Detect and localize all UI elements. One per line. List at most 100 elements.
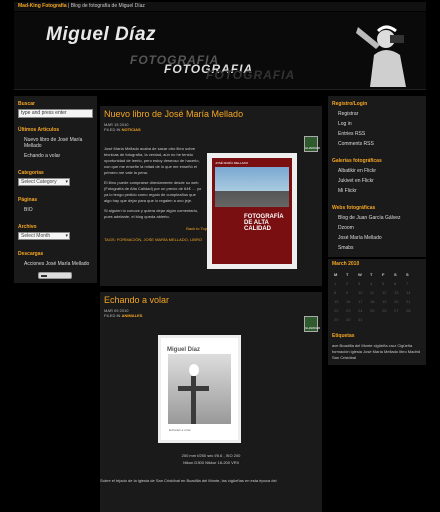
exif-info: 200 mm f/250 sec f/5.6 , ISO 200 Nikon D… — [100, 452, 322, 466]
search-input[interactable]: type and press enter — [18, 109, 93, 118]
calendar-month: March 2010 — [332, 261, 360, 267]
post-paragraph: José María Mellado acaba de sacar otro l… — [104, 146, 200, 175]
calendar-day[interactable]: 10 — [356, 288, 368, 297]
post-category-link[interactable]: ANIMALES — [122, 313, 143, 318]
tag-cloud[interactable]: ave Boadilla del Monte cigüeña cruz Cigü… — [332, 341, 422, 361]
calendar-day[interactable]: 24 — [356, 306, 368, 315]
archive-title: Archivo — [18, 224, 37, 230]
post-paragraph: El libro puede comprarse directamente de… — [104, 180, 202, 203]
gallery-link[interactable]: Mi Flickr — [332, 186, 422, 196]
comments-rss-link[interactable]: Comments RSS — [332, 139, 422, 149]
right-sidebar: Registro/Login Registrar Log in Entries … — [328, 96, 426, 365]
calendar-day[interactable]: 20 — [392, 297, 404, 306]
register-link[interactable]: Registrar — [332, 109, 422, 119]
pages-title: Páginas — [18, 197, 38, 203]
calendar-day[interactable]: 11 — [368, 288, 380, 297]
calendar-day[interactable]: 26 — [380, 306, 392, 315]
post-filed: FILED IN NOTICIAS — [104, 127, 318, 132]
site-tagline: Blog de fotografía de Miguel Díaz — [70, 3, 145, 9]
galleries-title: Galerías fotográficas — [332, 158, 382, 164]
post-excerpt: Sobre el tejado de la iglesia de San Cri… — [100, 478, 277, 483]
calendar-day[interactable]: 18 — [368, 297, 380, 306]
save-badge-icon[interactable]: GUARDAR — [304, 316, 320, 332]
calendar-day[interactable]: 3 — [356, 279, 368, 288]
calendar-day[interactable]: 9 — [344, 288, 356, 297]
save-badge-icon[interactable]: GUARDAR — [304, 136, 320, 152]
calendar-day[interactable]: 6 — [392, 279, 404, 288]
calendar-day[interactable]: 28 — [404, 306, 416, 315]
calendar-weekday: T — [370, 272, 373, 277]
calendar-day[interactable]: 5 — [380, 279, 392, 288]
stork-photo-frame: Miguel Díaz Echando a volar — [161, 338, 238, 440]
pages-widget: Páginas BIO — [14, 192, 97, 219]
post-category-link[interactable]: NOTICIAS — [122, 127, 141, 132]
gallery-link[interactable]: Jukivet en Flickr — [332, 176, 422, 186]
header-sub-echo: FOTOGRAFIA — [206, 68, 296, 82]
recent-link[interactable]: Echando a volar — [18, 151, 93, 161]
web-link[interactable]: Dzoom — [332, 223, 422, 233]
left-sidebar: Buscar type and press enter Últimos Artí… — [14, 96, 97, 283]
book-title: FOTOGRAFÍA DE ALTA CALIDAD — [244, 214, 284, 232]
photo-cross — [191, 376, 196, 424]
calendar-day[interactable]: 27 — [392, 306, 404, 315]
calendar-day[interactable]: 1 — [332, 279, 344, 288]
web-link[interactable]: José María Mellado — [332, 233, 422, 243]
web-link[interactable]: Blog de Juan García Gálvez — [332, 213, 422, 223]
calendar-day[interactable]: 15 — [332, 297, 344, 306]
post-title[interactable]: Echando a volar — [104, 295, 318, 305]
calendar-day[interactable]: 7 — [404, 279, 416, 288]
site-brand-link[interactable]: Mad-King Fotografía — [18, 3, 67, 9]
calendar-day[interactable]: 31 — [356, 315, 368, 324]
tags-label: TAGS: — [104, 237, 116, 242]
login-widget: Registro/Login Registrar Log in Entries … — [328, 96, 426, 153]
page-link-bio[interactable]: BIO — [18, 205, 93, 215]
webs-title: Webs fotográficas — [332, 205, 376, 211]
download-link[interactable]: Acciones José María Mellado — [18, 259, 93, 269]
archive-select[interactable]: Select Month — [18, 232, 70, 240]
calendar-day[interactable]: 21 — [404, 297, 416, 306]
web-link[interactable]: Smabs — [332, 243, 422, 253]
calendar-day[interactable]: 30 — [344, 315, 356, 324]
recent-title: Últimos Artículos — [18, 127, 60, 133]
calendar-day[interactable]: 13 — [392, 288, 404, 297]
login-link[interactable]: Log in — [332, 119, 422, 129]
calendar-day[interactable]: 29 — [332, 315, 344, 324]
calendar-day[interactable]: 25 — [368, 306, 380, 315]
calendar-weekday: S — [394, 272, 397, 277]
book-cover: JOSÉ MARÍA MELLADO FOTOGRAFÍA DE ALTA CA… — [212, 158, 292, 264]
calendar-day[interactable]: 14 — [404, 288, 416, 297]
filed-label: FILED IN — [104, 313, 121, 318]
calendar-day[interactable]: 19 — [380, 297, 392, 306]
site-header[interactable]: Miguel Díaz FOTOGRAFIA FOTOGRAFIA FOTOGR… — [14, 12, 426, 90]
calendar-day[interactable]: 8 — [332, 288, 344, 297]
calendar-day[interactable]: 22 — [332, 306, 344, 315]
photo-cross-arm — [178, 386, 209, 391]
calendar-day[interactable]: 2 — [344, 279, 356, 288]
calendar-weekday: W — [358, 272, 362, 277]
calendar-day[interactable]: 23 — [344, 306, 356, 315]
calendar-day[interactable]: 4 — [368, 279, 380, 288]
category-select[interactable]: Select Category — [18, 178, 70, 186]
archive-widget: Archivo Select Month — [14, 219, 97, 246]
gallery-link[interactable]: Albatikir en Flickr — [332, 166, 422, 176]
recent-link[interactable]: Nuevo libro de José María Mellado — [18, 135, 93, 151]
calendar-day[interactable]: 17 — [356, 297, 368, 306]
book-photo — [215, 167, 289, 207]
post-paragraph: Si alguien lo conoce y quiera dejar algú… — [104, 208, 199, 219]
calendar-grid: M T W T F S S 1 2 3 4 5 6 7 8 9 10 11 12 13 14 15 16 17 18 19 20 21… — [332, 270, 422, 324]
entries-rss-link[interactable]: Entries RSS — [332, 129, 422, 139]
downloads-title: Descargas — [18, 251, 44, 257]
calendar-day[interactable]: 12 — [380, 288, 392, 297]
webs-widget: Webs fotográficas Blog de Juan García Gá… — [328, 200, 426, 257]
stork-photo[interactable]: Miguel Díaz Echando a volar — [158, 335, 241, 443]
book-cover-image[interactable]: JOSÉ MARÍA MELLADO FOTOGRAFÍA DE ALTA CA… — [207, 153, 297, 269]
calendar-day[interactable]: 16 — [344, 297, 356, 306]
recent-posts-widget: Últimos Artículos Nuevo libro de José Ma… — [14, 122, 97, 165]
exif-line: Nikon D300 Nikkor 18-200 VRII — [183, 460, 239, 465]
login-title: Registro/Login — [332, 101, 368, 107]
post: Nuevo libro de José María Mellado MAR 15… — [100, 106, 322, 286]
donate-button[interactable] — [38, 272, 72, 279]
post-title[interactable]: Nuevo libro de José María Mellado — [104, 109, 318, 119]
calendar-weekday: M — [334, 272, 338, 277]
tags-links[interactable]: FORMACIÓN, JOSE MARÍA MELLADO, LIBRO — [117, 237, 202, 242]
